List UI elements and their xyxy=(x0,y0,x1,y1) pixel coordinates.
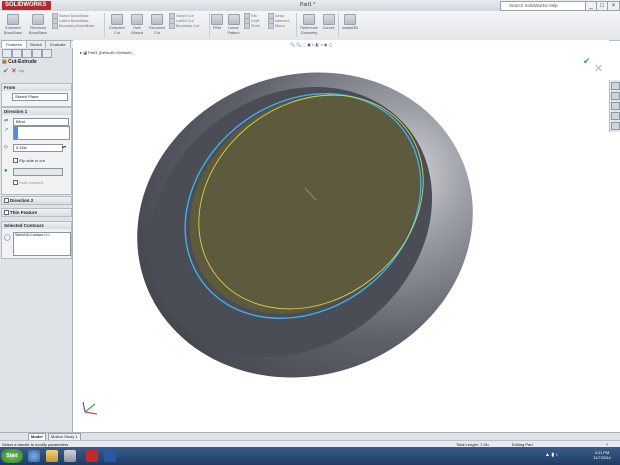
tab-sketch[interactable]: Sketch xyxy=(26,40,46,48)
contour-list-item[interactable]: Sketch5-Contour<1> xyxy=(15,233,50,237)
triad-icon xyxy=(82,401,98,415)
selected-contours-header[interactable]: Selected Contours xyxy=(2,222,71,229)
extrude-icon xyxy=(7,14,19,25)
boundary-boss-button[interactable]: Boundary Boss/Base xyxy=(52,23,102,28)
display-manager-icon[interactable] xyxy=(42,49,52,58)
property-manager-header: ▣ Cut-Extrude xyxy=(2,59,37,65)
revolved-boss-button[interactable]: Revolved Boss/Base xyxy=(27,14,49,36)
from-dropdown[interactable]: Sketch Plane xyxy=(12,93,68,101)
direction1-section-header[interactable]: Direction 1 xyxy=(2,108,71,115)
task-pane-explorer-icon[interactable] xyxy=(611,102,620,110)
direction1-section: Direction 1 ⇄ Blind ↗ ◇ 0.15in ▴▾ Flip s… xyxy=(1,107,72,195)
pattern-icon xyxy=(227,14,240,25)
heads-up-view-toolbar[interactable]: 🔍 🔍 ⬚ ▣ ◐ ◧ ◑ ◉ ▢ xyxy=(290,42,332,47)
task-pane-palette-icon[interactable] xyxy=(611,112,620,120)
confirm-corner-cancel-icon[interactable]: ✕ xyxy=(594,62,603,75)
taskbar-clock[interactable]: 4:11 PM 11/7/2014 xyxy=(586,450,618,460)
part-icon: ▸ ◪ xyxy=(80,50,89,55)
thin-feature-section-header[interactable]: Thin Feature xyxy=(2,209,71,216)
cut-options-column: Swept Cut Lofted Cut Boundary Cut xyxy=(169,13,209,28)
ribbon-separator xyxy=(104,13,105,37)
depth-icon: ◇ xyxy=(4,144,8,150)
feature-manager-icon[interactable] xyxy=(2,49,12,58)
start-button[interactable]: Start xyxy=(1,449,23,463)
direction-of-extrusion-field[interactable] xyxy=(13,126,70,140)
draft-outward-checkbox[interactable]: Draft outward xyxy=(13,180,43,186)
explorer-folder-icon[interactable] xyxy=(46,450,58,462)
flip-side-checkbox[interactable]: Flip side to cut xyxy=(13,158,45,164)
search-input[interactable]: Search SolidWorks Help xyxy=(500,1,590,11)
thin-feature-section: Thin Feature xyxy=(1,208,72,217)
media-icon[interactable] xyxy=(64,450,76,462)
window-title: Part1 * xyxy=(300,2,316,8)
selected-contours-section: Selected Contours ◯ Sketch5-Contour<1> xyxy=(1,221,72,259)
task-pane-resources-icon[interactable] xyxy=(611,82,620,90)
close-button[interactable]: × xyxy=(607,1,620,11)
reverse-direction-icon[interactable]: ⇄ xyxy=(4,118,8,124)
task-pane-appearances-icon[interactable] xyxy=(611,122,620,130)
direction2-section-header[interactable]: Direction 2 xyxy=(2,197,71,204)
direction2-section: Direction 2 xyxy=(1,196,72,205)
feature-options-column: Rib Draft Shell xyxy=(244,13,268,28)
ribbon-separator xyxy=(296,13,297,37)
from-section: From Sketch Plane xyxy=(1,83,72,107)
reference-geometry-button[interactable]: Reference Geometry xyxy=(298,14,320,36)
extruded-boss-button[interactable]: Extruded Boss/Base xyxy=(3,14,23,36)
selection-highlight xyxy=(14,127,18,139)
property-actions: ✔ ✕ 👓 xyxy=(3,68,25,76)
fillet-button[interactable]: Fillet xyxy=(211,14,223,36)
selected-contours-list[interactable]: Sketch5-Contour<1> xyxy=(13,232,71,256)
solidworks-logo[interactable]: SOLIDWORKS xyxy=(2,1,51,10)
detail-preview-icon[interactable]: 👓 xyxy=(19,69,25,75)
solidworks-taskbar-icon[interactable] xyxy=(86,450,98,462)
curves-button[interactable]: Curves xyxy=(321,14,336,36)
revolve-icon xyxy=(32,14,44,25)
hole-wizard-button[interactable]: Hole Wizard xyxy=(128,14,146,36)
model-view[interactable] xyxy=(73,40,609,432)
word-icon[interactable] xyxy=(104,450,116,462)
ribbon-separator xyxy=(209,13,210,37)
tree-root-label: Part1 (Default<<Default>_ xyxy=(88,50,135,55)
instant3d-icon xyxy=(344,14,356,25)
fillet-icon xyxy=(211,14,223,25)
shell-button[interactable]: Shell xyxy=(244,23,268,28)
draft-toggle-icon[interactable]: ● xyxy=(4,168,8,174)
property-manager-icon[interactable] xyxy=(12,49,22,58)
instant3d-button[interactable]: Instant3D xyxy=(340,14,360,36)
ie-icon[interactable] xyxy=(28,450,40,462)
reference-geometry-icon xyxy=(303,14,315,25)
configuration-manager-icon[interactable] xyxy=(22,49,32,58)
boss-options-column: Swept Boss/Base Lofted Boss/Base Boundar… xyxy=(52,13,102,28)
system-tray-icons[interactable]: ▲ ▮ ♪ xyxy=(545,452,558,458)
revolved-cut-icon xyxy=(151,14,163,25)
end-condition-dropdown[interactable]: Blind xyxy=(13,118,69,126)
boundary-cut-button[interactable]: Boundary Cut xyxy=(169,23,209,28)
from-section-header[interactable]: From xyxy=(2,84,71,91)
ribbon-separator xyxy=(338,13,339,37)
feature-tree-flyout[interactable]: ▸ ◪ Part1 (Default<<Default>_ xyxy=(80,50,135,55)
direction-vector-icon[interactable]: ↗ xyxy=(4,127,8,133)
extruded-cut-button[interactable]: Extruded Cut xyxy=(107,14,127,36)
contour-icon: ◯ xyxy=(4,235,11,241)
depth-stepper[interactable]: ▴▾ xyxy=(62,144,66,149)
curves-icon xyxy=(322,14,335,25)
depth-input[interactable]: 0.15in xyxy=(13,144,63,152)
revolved-cut-button[interactable]: Revolved Cut xyxy=(147,14,167,36)
draft-angle-input[interactable] xyxy=(13,168,63,176)
linear-pattern-button[interactable]: Linear Pattern xyxy=(225,14,242,36)
dome-part[interactable] xyxy=(94,40,516,424)
tab-evaluate[interactable]: Evaluate xyxy=(45,40,71,48)
feature-options-column-2: Wrap Intersect Mirror xyxy=(268,13,296,28)
hole-icon xyxy=(131,14,143,25)
ok-check-icon[interactable]: ✔ xyxy=(3,68,9,75)
task-pane-library-icon[interactable] xyxy=(611,92,620,100)
dimxpert-manager-icon[interactable] xyxy=(32,49,42,58)
cancel-x-icon[interactable]: ✕ xyxy=(11,68,17,75)
mirror-button[interactable]: Mirror xyxy=(268,23,296,28)
confirm-corner-check-icon[interactable]: ✔ xyxy=(583,56,591,67)
cut-extrude-icon xyxy=(111,14,123,25)
tab-features[interactable]: Features xyxy=(1,40,27,48)
